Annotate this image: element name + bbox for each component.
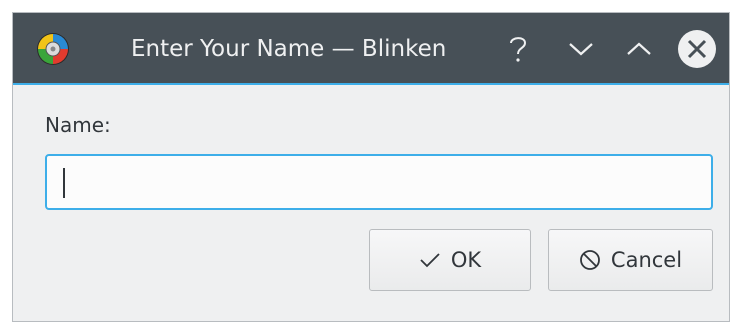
chevron-up-icon[interactable] xyxy=(621,31,657,67)
name-label: Name: xyxy=(45,113,111,137)
check-icon xyxy=(419,251,441,269)
name-input[interactable] xyxy=(45,154,713,210)
dialog-window: Enter Your Name — Blinken Name: OK Cance… xyxy=(12,12,730,322)
window-title: Enter Your Name — Blinken xyxy=(131,36,447,62)
ok-button[interactable]: OK xyxy=(369,229,531,291)
cancel-icon xyxy=(579,249,601,271)
title-bar[interactable]: Enter Your Name — Blinken xyxy=(13,13,729,85)
cancel-button[interactable]: Cancel xyxy=(548,229,713,291)
blinken-app-icon xyxy=(35,31,71,67)
ok-label: OK xyxy=(450,248,482,272)
cancel-label: Cancel xyxy=(610,248,683,272)
close-icon[interactable] xyxy=(677,29,717,69)
chevron-down-icon[interactable] xyxy=(563,31,599,67)
help-icon[interactable] xyxy=(500,31,536,67)
